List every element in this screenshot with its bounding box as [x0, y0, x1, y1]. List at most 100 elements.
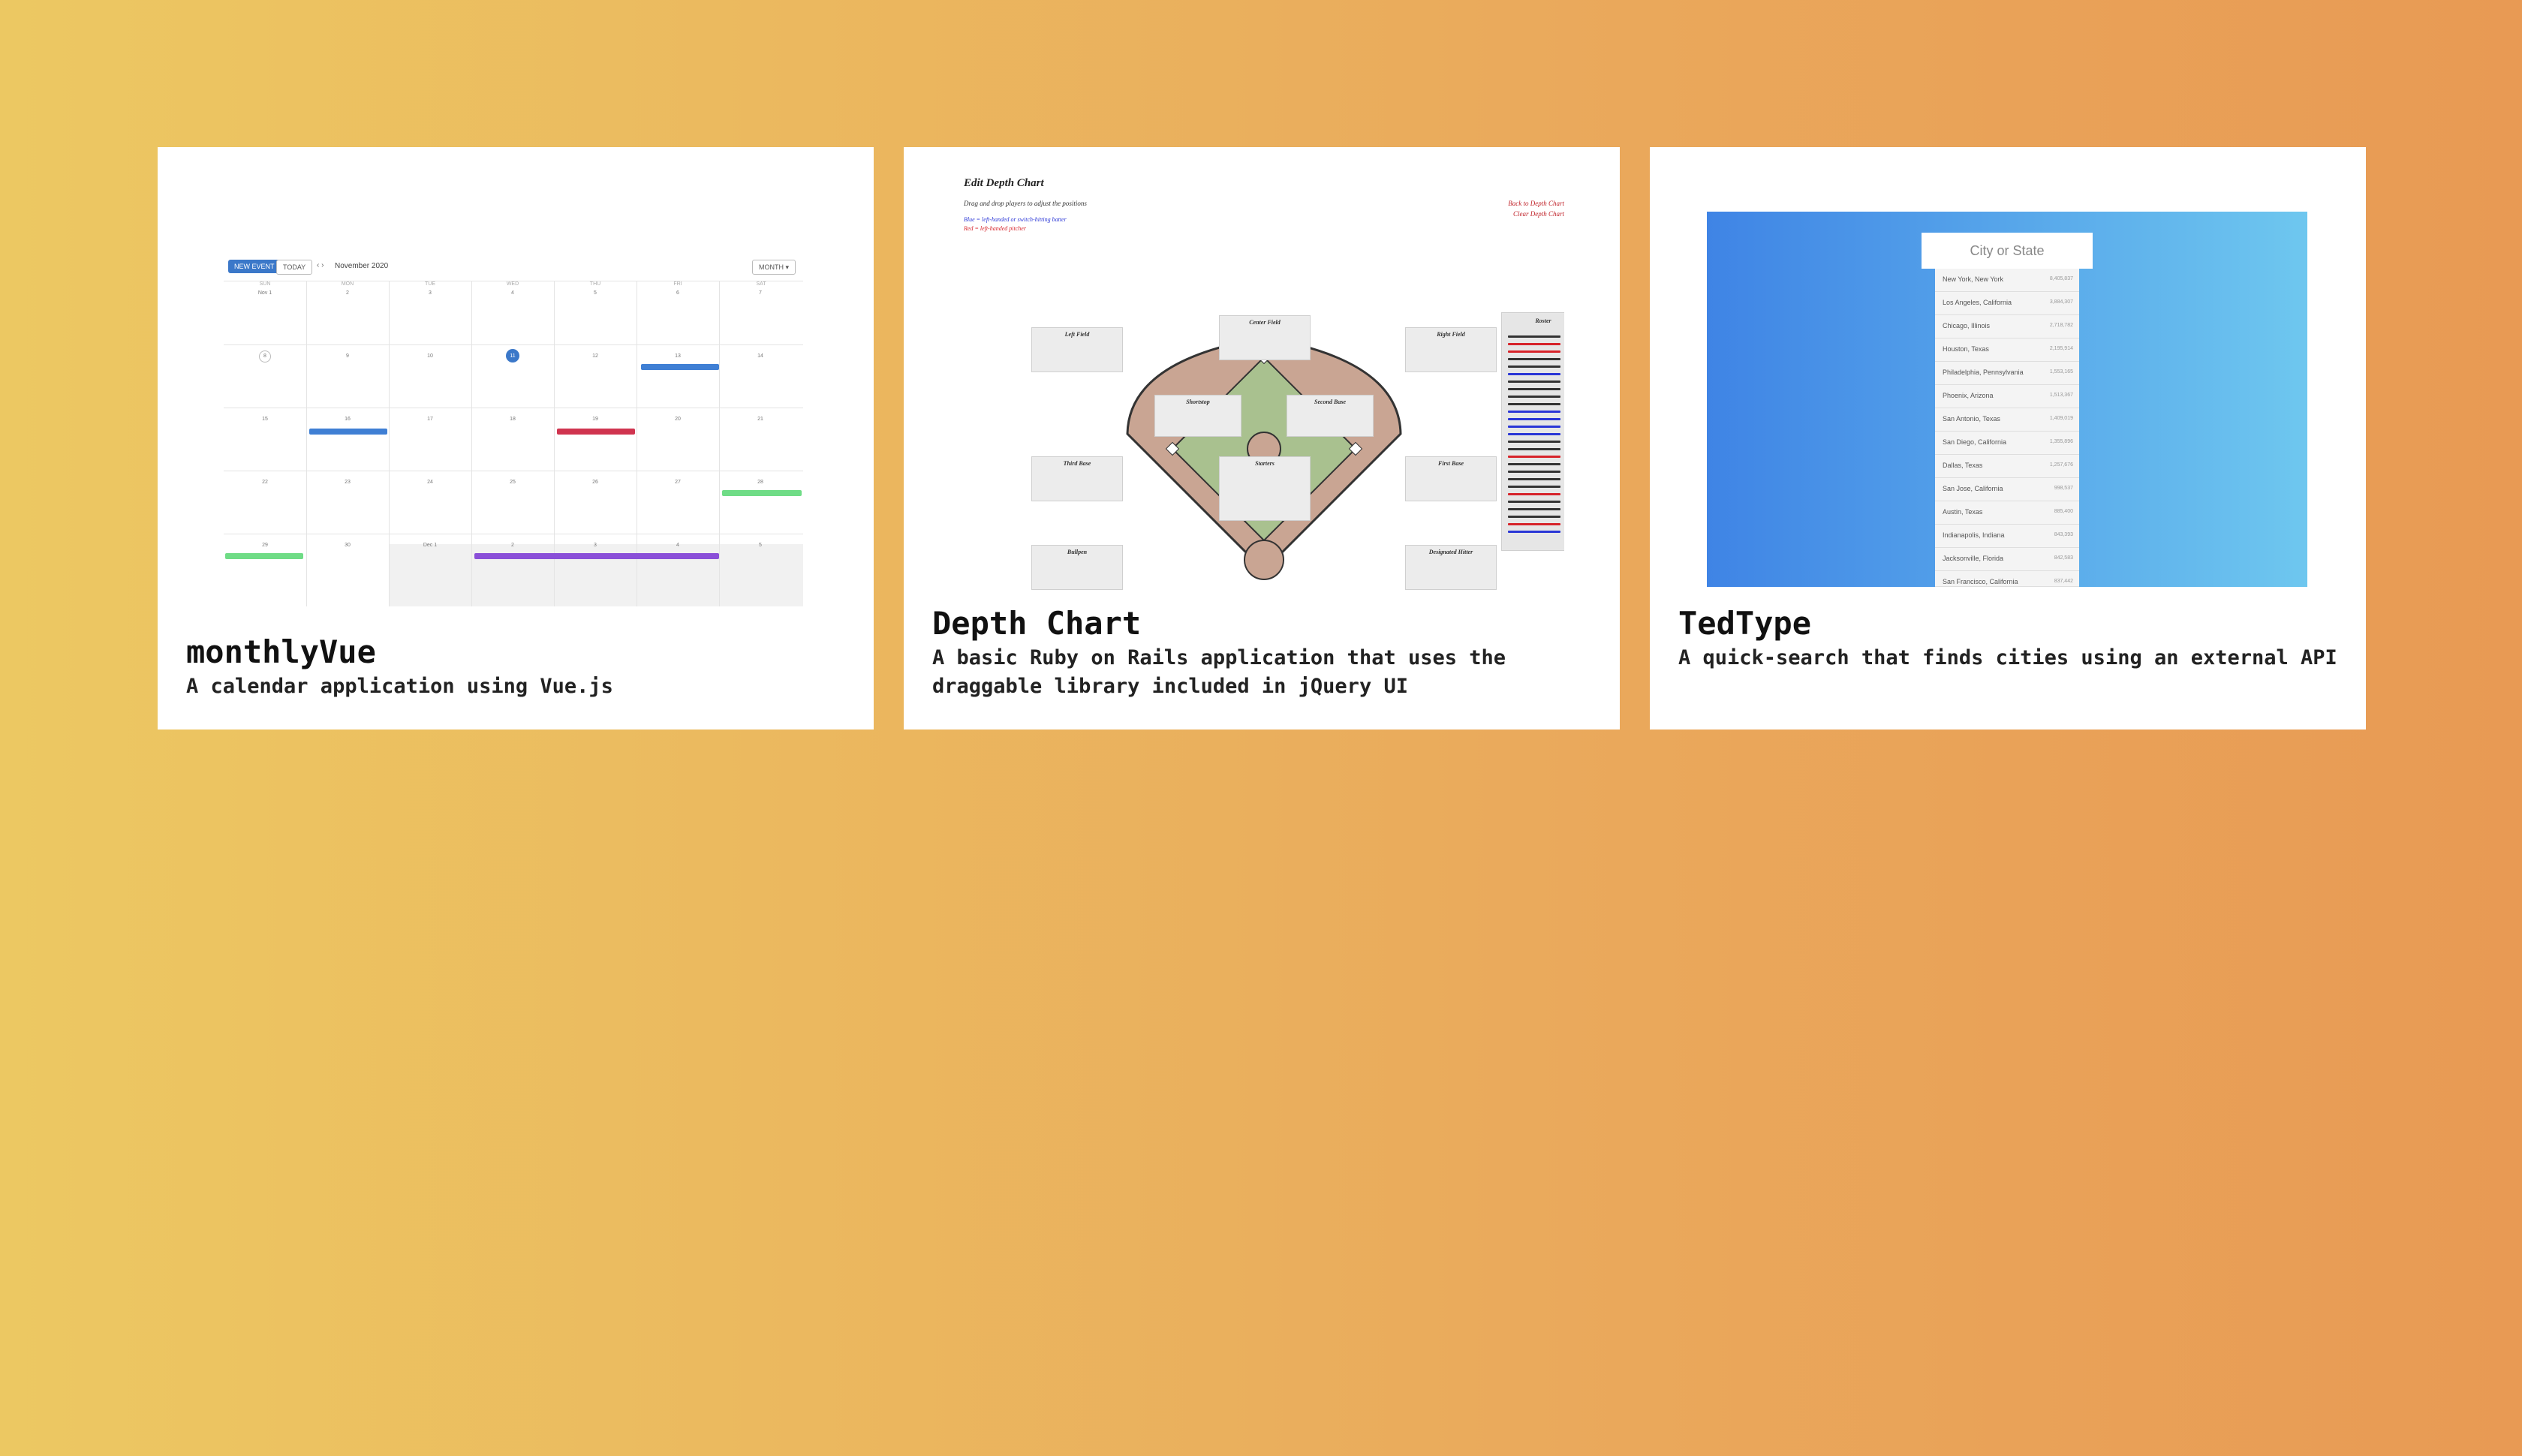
city-name: Indianapolis, Indiana [1943, 531, 2005, 539]
projects-grid: NEW EVENT TODAY ‹ › November 2020 MONTH … [158, 147, 2366, 730]
city-name: San Antonio, Texas [1943, 415, 2000, 423]
city-population: 1,409,019 [2049, 416, 2073, 421]
city-name: New York, New York [1943, 275, 2004, 283]
calendar-date: 10 [427, 353, 433, 359]
city-population: 842,583 [2054, 555, 2073, 561]
city-population: 1,513,367 [2049, 393, 2073, 398]
project-card-depth-chart[interactable]: Edit Depth Chart Drag and drop players t… [904, 147, 1620, 730]
depth-chart-screenshot: Edit Depth Chart Drag and drop players t… [964, 177, 1564, 612]
calendar-event [641, 364, 719, 370]
shortstop-box: Shortstop [1154, 395, 1241, 437]
third-base-box: Third Base [1031, 456, 1123, 501]
project-description: A calendar application using Vue.js [186, 675, 613, 698]
project-title: Depth Chart [932, 605, 1142, 642]
calendar-event [722, 490, 802, 496]
calendar-date: 19 [592, 417, 598, 422]
calendar-date: 26 [592, 480, 598, 485]
calendar-date: 2 [511, 543, 514, 548]
month-nav-arrows: ‹ › [317, 261, 324, 269]
list-item: San Antonio, Texas 1,409,019 [1935, 408, 2079, 432]
list-item: Dallas, Texas 1,257,676 [1935, 455, 2079, 478]
starters-box: Starters [1219, 456, 1311, 521]
calendar-date: 23 [345, 480, 351, 485]
city-population: 2,195,914 [2049, 346, 2073, 351]
calendar-date: 15 [262, 417, 268, 422]
monthlyvue-screenshot: NEW EVENT TODAY ‹ › November 2020 MONTH … [218, 260, 803, 606]
project-card-monthlyvue[interactable]: NEW EVENT TODAY ‹ › November 2020 MONTH … [158, 147, 874, 730]
list-item: Philadelphia, Pennsylvania 1,553,165 [1935, 362, 2079, 385]
calendar-event [557, 429, 635, 435]
city-name: San Francisco, California [1943, 578, 2018, 585]
calendar-date: 30 [345, 543, 351, 548]
second-base-box: Second Base [1287, 395, 1374, 437]
city-population: 8,405,837 [2049, 276, 2073, 281]
back-to-depth-chart-link: Back to Depth Chart [1508, 200, 1564, 207]
project-card-tedtype[interactable]: City or State New York, New York 8,405,83… [1650, 147, 2366, 730]
calendar-grid: SUN MON TUE WED THU FRI SAT Nov 1 2 3 4 … [224, 281, 803, 606]
city-name: Jacksonville, Florida [1943, 555, 2004, 562]
clear-depth-chart-link: Clear Depth Chart [1512, 210, 1564, 218]
roster-heading: Roster [1535, 317, 1551, 324]
legend-blue: Blue = left-handed or switch-hitting bat… [964, 216, 1067, 223]
city-population: 885,400 [2054, 509, 2073, 514]
list-item: Houston, Texas 2,195,914 [1935, 338, 2079, 362]
list-item: New York, New York 8,405,837 [1935, 269, 2079, 292]
city-name: San Diego, California [1943, 438, 2007, 446]
depth-chart-heading: Edit Depth Chart [964, 177, 1044, 189]
list-item: Jacksonville, Florida 842,583 [1935, 548, 2079, 571]
calendar-date: 27 [675, 480, 681, 485]
calendar-date: 3 [429, 290, 432, 296]
city-suggestion-list: New York, New York 8,405,837 Los Angeles,… [1935, 269, 2079, 587]
center-field-box: Center Field [1219, 315, 1311, 360]
calendar-date: 22 [262, 480, 268, 485]
calendar-date: 4 [511, 290, 514, 296]
calendar-date: 5 [759, 543, 762, 548]
city-name: Chicago, Illinois [1943, 322, 1991, 329]
calendar-month-label: November 2020 [335, 262, 389, 270]
calendar-date: 6 [676, 290, 679, 296]
city-name: San Jose, California [1943, 485, 2003, 492]
city-name: Austin, Texas [1943, 508, 1983, 516]
calendar-date: 29 [262, 543, 268, 548]
designated-hitter-box: Designated Hitter [1405, 545, 1497, 590]
roster-panel: Roster [1501, 312, 1564, 551]
calendar-date: 17 [427, 417, 433, 422]
city-name: Philadelphia, Pennsylvania [1943, 369, 2024, 376]
calendar-date: 4 [676, 543, 679, 548]
list-item: San Diego, California 1,355,896 [1935, 432, 2079, 455]
list-item: Los Angeles, California 3,884,307 [1935, 292, 2079, 315]
calendar-event [309, 429, 387, 435]
calendar-event [474, 553, 719, 559]
list-item: San Francisco, California 837,442 [1935, 571, 2079, 587]
project-title: TedType [1678, 605, 1812, 642]
calendar-date: 14 [757, 353, 763, 359]
calendar-date: 3 [594, 543, 597, 548]
city-name: Los Angeles, California [1943, 299, 2012, 306]
list-item: Phoenix, Arizona 1,513,367 [1935, 385, 2079, 408]
calendar-date: Nov 1 [257, 290, 272, 296]
calendar-date: 9 [346, 353, 349, 359]
city-name: Houston, Texas [1943, 345, 1989, 353]
calendar-date: 16 [345, 417, 351, 422]
calendar-date: 20 [675, 417, 681, 422]
city-population: 843,393 [2054, 532, 2073, 537]
calendar-event [225, 553, 303, 559]
list-item: Chicago, Illinois 2,718,782 [1935, 315, 2079, 338]
project-title: monthlyVue [186, 633, 376, 670]
new-event-button: NEW EVENT [228, 260, 281, 273]
calendar-date: 18 [510, 417, 516, 422]
calendar-toolbar: NEW EVENT TODAY ‹ › November 2020 MONTH … [228, 260, 803, 276]
bullpen-box: Bullpen [1031, 545, 1123, 590]
calendar-date: 12 [592, 353, 598, 359]
calendar-date: 21 [757, 417, 763, 422]
calendar-date: 28 [757, 480, 763, 485]
calendar-date: 13 [675, 353, 681, 359]
left-field-box: Left Field [1031, 327, 1123, 372]
city-name: Dallas, Texas [1943, 462, 1983, 469]
list-item: Austin, Texas 885,400 [1935, 501, 2079, 525]
first-base-box: First Base [1405, 456, 1497, 501]
tedtype-screenshot: City or State New York, New York 8,405,83… [1707, 212, 2307, 587]
today-button: TODAY [276, 260, 313, 275]
city-population: 3,884,307 [2049, 299, 2073, 305]
depth-chart-subtitle: Drag and drop players to adjust the posi… [964, 200, 1087, 207]
